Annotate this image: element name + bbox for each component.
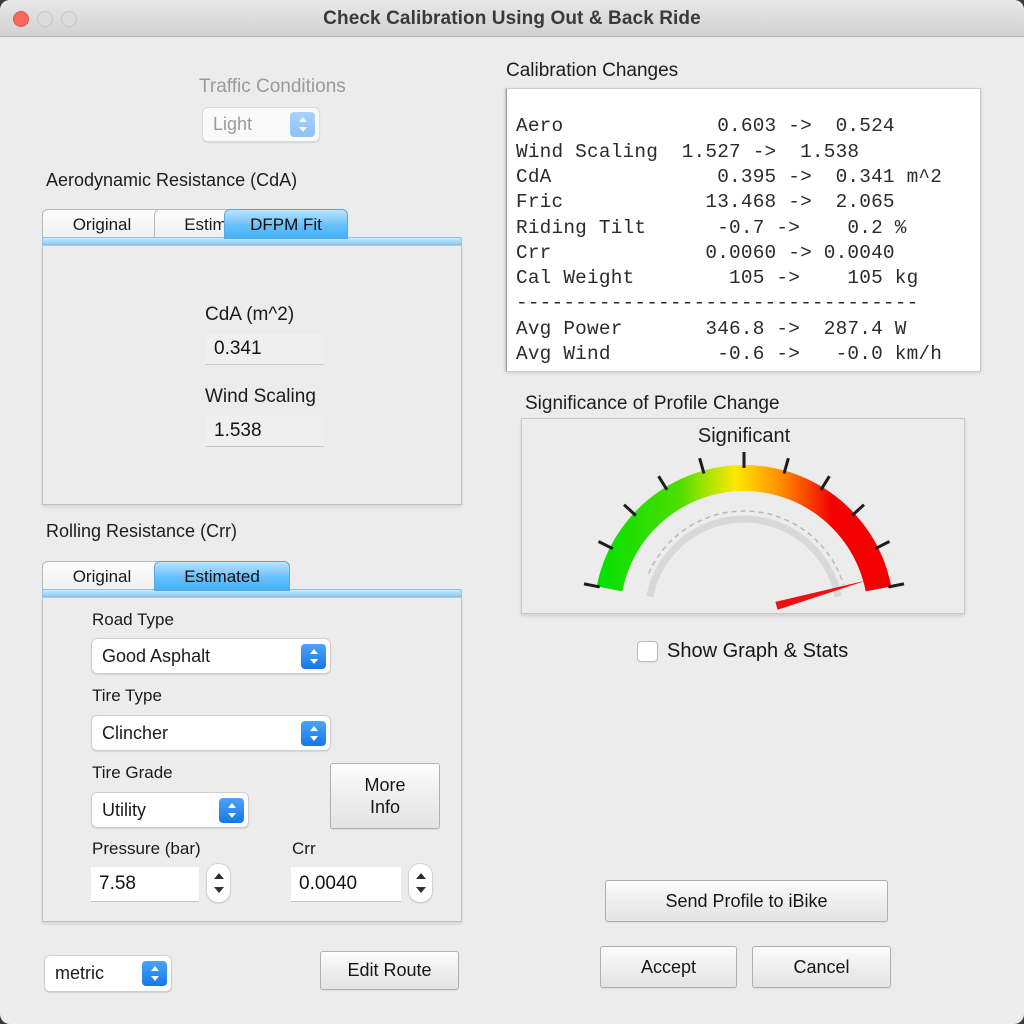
road-type-label: Road Type [92, 610, 174, 629]
tire-type-select[interactable]: Clincher [91, 715, 331, 751]
road-type-select[interactable]: Good Asphalt [91, 638, 331, 674]
calibration-changes-panel: Aero 0.603 -> 0.524 Wind Scaling 1.527 -… [505, 88, 981, 372]
dialog-window: Check Calibration Using Out & Back Ride … [0, 0, 1024, 1024]
tire-grade-select[interactable]: Utility [91, 792, 249, 828]
show-graph-stats-row[interactable]: Show Graph & Stats [637, 640, 848, 663]
chevron-updown-icon [219, 797, 244, 823]
tab-aero-original[interactable]: Original [42, 209, 162, 239]
units-value: metric [55, 963, 104, 983]
send-profile-button[interactable]: Send Profile to iBike [605, 880, 888, 922]
tab-crr-original[interactable]: Original [42, 561, 162, 591]
wind-scaling-value-field[interactable]: 1.538 [206, 416, 324, 447]
gauge-graphic [583, 452, 905, 610]
calibration-changes-text: Aero 0.603 -> 0.524 Wind Scaling 1.527 -… [516, 115, 943, 366]
chevron-updown-icon [290, 112, 315, 137]
pressure-stepper[interactable] [206, 863, 231, 903]
cda-label: CdA (m^2) [205, 304, 295, 325]
tab-aero-dfpm-fit[interactable]: DFPM Fit [224, 209, 348, 239]
window-title: Check Calibration Using Out & Back Ride [323, 8, 701, 29]
show-graph-stats-checkbox[interactable] [637, 641, 658, 662]
significance-gauge: Significant [521, 418, 965, 614]
title-bar: Check Calibration Using Out & Back Ride [0, 0, 1024, 37]
more-info-button[interactable]: More Info [330, 763, 440, 829]
cancel-button[interactable]: Cancel [752, 946, 891, 988]
show-graph-stats-label: Show Graph & Stats [667, 640, 849, 662]
cda-value-field[interactable]: 0.341 [206, 334, 324, 365]
calibration-changes-heading: Calibration Changes [506, 60, 679, 81]
pressure-label: Pressure (bar) [92, 839, 201, 858]
tire-grade-value: Utility [102, 799, 146, 820]
tire-type-value: Clincher [102, 722, 169, 743]
tab-crr-estimated[interactable]: Estimated [154, 561, 290, 591]
tire-grade-label: Tire Grade [92, 763, 173, 782]
edit-route-button[interactable]: Edit Route [320, 951, 459, 990]
crr-group-label: Rolling Resistance (Crr) [46, 521, 238, 541]
traffic-conditions-value: Light [213, 114, 253, 134]
crr-value-label: Crr [292, 839, 316, 858]
pressure-input[interactable]: 7.58 [91, 867, 199, 902]
tire-type-label: Tire Type [92, 686, 162, 705]
chevron-updown-icon [301, 720, 326, 746]
chevron-updown-icon [301, 643, 326, 669]
crr-tabstrip: Original Estimated [42, 561, 462, 598]
accept-button[interactable]: Accept [600, 946, 737, 988]
road-type-value: Good Asphalt [102, 645, 211, 666]
aero-tabstrip: Original Estimated DFPM Fit [42, 209, 462, 246]
units-select[interactable]: metric [44, 955, 172, 992]
crr-input[interactable]: 0.0040 [291, 867, 401, 902]
chevron-updown-icon [142, 961, 167, 986]
traffic-conditions-label: Traffic Conditions [199, 76, 346, 97]
crr-stepper[interactable] [408, 863, 433, 903]
crr-panel: Road Type Good Asphalt Tire Type Clinche… [42, 597, 462, 922]
traffic-conditions-select[interactable]: Light [202, 107, 320, 142]
gauge-caption: Significant [697, 425, 791, 447]
aero-panel: CdA (m^2) 0.341 Wind Scaling 1.538 [42, 245, 462, 505]
aero-group-label: Aerodynamic Resistance (CdA) [46, 170, 298, 190]
significance-heading: Significance of Profile Change [525, 393, 780, 414]
wind-scaling-label: Wind Scaling [205, 386, 316, 407]
